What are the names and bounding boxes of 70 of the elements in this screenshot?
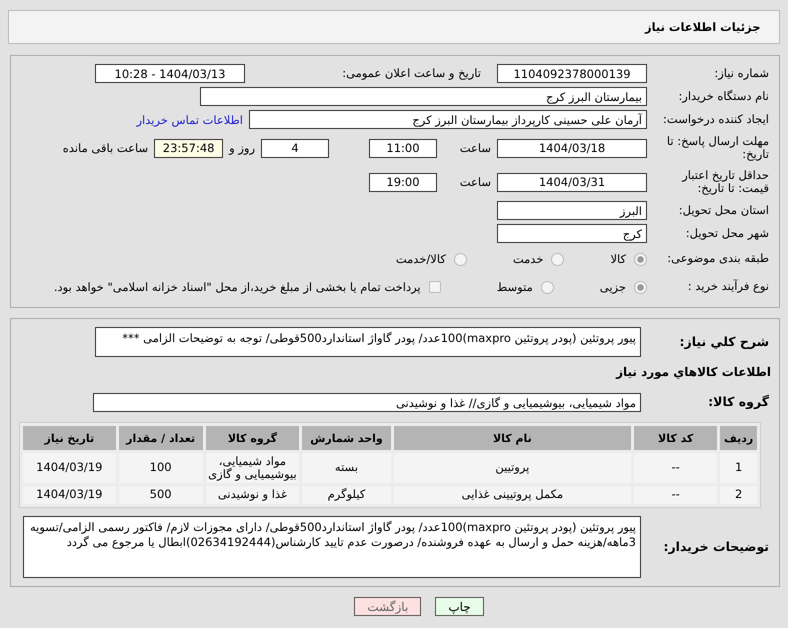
field-label: شهر محل تحویل: (684, 226, 770, 240)
deadline-date-field: 1404/03/18 (497, 138, 647, 158)
city-field: کرج (497, 224, 647, 243)
option-label: پرداخت تمام یا بخشی از مبلغ خرید،از محل "اسناد خزانه اسلامی" خواهد بود. (54, 280, 421, 294)
description-field: پیور پروتئین (پودر پروتئین maxpro)100عدد/ پودر گاواژ استاندارد500قوطی/ توجه به توضیحات الزامی *** (95, 327, 641, 357)
field-label: شماره نیاز: (713, 66, 770, 80)
field-label: ساعت (458, 141, 491, 155)
days-field: 4 (261, 138, 329, 158)
table-cell: پروتیین (394, 453, 632, 483)
table-cell: 1404/03/19 (23, 486, 116, 504)
table-cell: کیلوگرم (302, 486, 391, 504)
field-label: نام دستگاه خریدار: (677, 90, 770, 104)
table-cell: 100 (118, 453, 203, 483)
radio-button[interactable] (540, 280, 554, 294)
buyer-contact-link[interactable]: اطلاعات تماس خریدار (136, 112, 243, 126)
section-heading: اطلاعات کالاهاي مورد نیاز (614, 365, 772, 379)
checkbox[interactable] (428, 281, 441, 293)
radio-button[interactable] (634, 252, 647, 266)
table-cell: بسته (302, 453, 391, 483)
table-cell: -- (634, 486, 718, 504)
field-label: توضیحات خریدار: (662, 540, 770, 554)
column-header: واحد شمارش (302, 426, 391, 450)
requester-field: آرمان علی حسینی کارپرداز بیمارستان البرز کرج (249, 110, 647, 129)
column-header: ردیف (720, 426, 757, 450)
table-cell: 1 (720, 453, 757, 483)
field-label: مهلت ارسال پاسخ: تا تاریخ: (666, 134, 770, 162)
table-cell: -- (634, 453, 718, 483)
option-label: متوسط (496, 280, 533, 294)
table-cell: 500 (118, 486, 203, 504)
table-cell: 2 (720, 486, 757, 504)
buyer-notes-field: پیور پروتئین (پودر پروتئین maxpro)100عدد/ پودر گاواژ استاندارد500قوطی/ دارای مجوزات لازم/ فاکتور رسمی الزامی/تسویه 3ماهه/هزینه حمل و ارسال به عهده فروشنده/ درصورت عدم تایید کارشناس(02634192444)ابطال یا مرجوع می گردد (23, 516, 641, 578)
province-field: البرز (497, 201, 647, 220)
field-label: حداقل تاریخ اعتبار قیمت: تا تاریخ: (680, 168, 770, 196)
field-label: تاریخ و ساعت اعلان عمومی: (341, 66, 482, 80)
deadline-time-field: 11:00 (369, 138, 437, 158)
table-cell: غذا و نوشیدنی (206, 486, 300, 504)
field-label: ساعت (458, 175, 491, 189)
buyer-org-field: بیمارستان البرز کرج (200, 87, 647, 106)
back-button[interactable]: بازگشت (354, 597, 422, 616)
table-cell: مواد شیمیایی، بیوشیمیایی و گازی (206, 453, 300, 483)
field-label: شرح کلي نیاز: (678, 334, 770, 350)
option-label: جزیی (600, 280, 626, 294)
option-label: کالا/خدمت (396, 252, 446, 266)
option-label: کالا (610, 252, 626, 266)
column-header: تاریخ نیاز (23, 426, 116, 450)
need-number-field: 1104092378000139 (497, 64, 647, 83)
field-label: نوع فرآیند خرید : (686, 280, 770, 294)
radio-button[interactable] (551, 252, 564, 266)
validity-date-field: 1404/03/31 (497, 172, 647, 192)
print-button[interactable]: چاپ (435, 597, 484, 616)
table-cell: مکمل پروتیینی غذایی (394, 486, 632, 504)
field-label: استان محل تحویل: (678, 204, 770, 218)
announce-date-field: 1404/03/13 - 10:28 (95, 64, 245, 83)
column-header: کد کالا (634, 426, 718, 450)
field-label: روز و (229, 141, 255, 155)
column-header: نام کالا (394, 426, 632, 450)
column-header: تعداد / مقدار (118, 426, 203, 450)
validity-time-field: 19:00 (369, 172, 437, 192)
goods-group-field: مواد شیمیایی، بیوشیمیایی و گازی// غذا و نوشیدنی (93, 393, 641, 412)
field-label: ایجاد کننده درخواست: (662, 112, 770, 126)
field-label: طبقه بندی موضوعی: (666, 252, 770, 266)
table-cell: 1404/03/19 (23, 453, 116, 483)
option-label: خدمت (512, 252, 544, 266)
field-label: گروه کالا: (707, 395, 770, 410)
radio-button[interactable] (634, 280, 647, 294)
radio-button[interactable] (454, 252, 467, 266)
field-label: ساعت باقی مانده (62, 141, 148, 155)
column-header: گروه کالا (206, 426, 300, 450)
page-title: جزئیات اطلاعات نیاز (8, 10, 780, 44)
remaining-time-field: 23:57:48 (154, 138, 224, 158)
